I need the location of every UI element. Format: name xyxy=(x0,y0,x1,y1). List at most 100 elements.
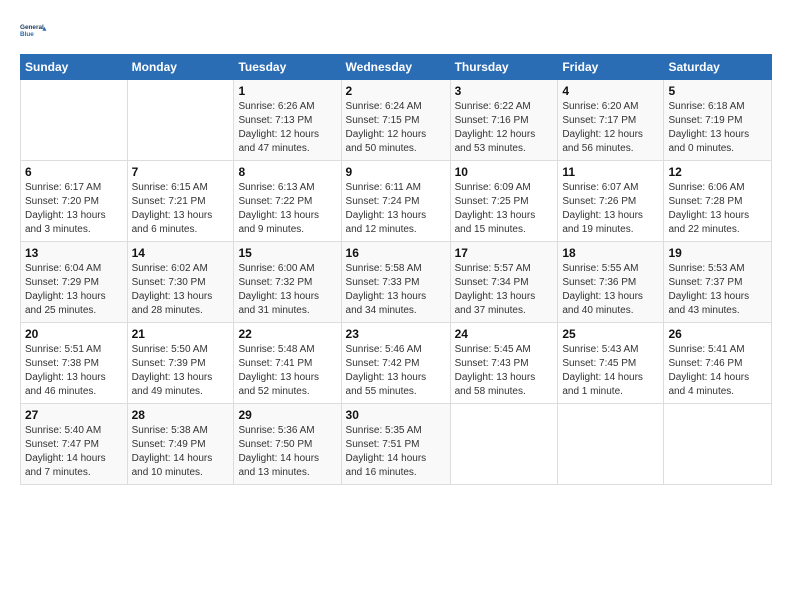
day-content: Sunrise: 5:36 AM Sunset: 7:50 PM Dayligh… xyxy=(238,424,336,480)
day-content: Sunrise: 6:15 AM Sunset: 7:21 PM Dayligh… xyxy=(132,181,230,237)
day-content: Sunrise: 5:38 AM Sunset: 7:49 PM Dayligh… xyxy=(132,424,230,480)
day-content: Sunrise: 5:51 AM Sunset: 7:38 PM Dayligh… xyxy=(25,343,123,399)
day-content: Sunrise: 6:26 AM Sunset: 7:13 PM Dayligh… xyxy=(238,100,336,156)
calendar-cell: 6Sunrise: 6:17 AM Sunset: 7:20 PM Daylig… xyxy=(21,161,128,242)
svg-text:Blue: Blue xyxy=(20,31,34,38)
day-number: 7 xyxy=(132,165,230,179)
calendar-cell: 22 Sunrise: 5:48 AM Sunset: 7:41 PM Dayli… xyxy=(234,323,341,404)
day-number: 25 xyxy=(562,327,659,341)
day-number: 2 xyxy=(346,84,446,98)
day-content: Sunrise: 5:48 AM Sunset: 7:41 PM Dayligh… xyxy=(238,343,336,399)
calendar-week-row: 6Sunrise: 6:17 AM Sunset: 7:20 PM Daylig… xyxy=(21,161,772,242)
page: GeneralBlue SundayMondayTuesdayWednesday… xyxy=(0,0,792,612)
calendar-cell: 17 Sunrise: 5:57 AM Sunset: 7:34 PM Dayli… xyxy=(450,242,558,323)
calendar-cell: 29 Sunrise: 5:36 AM Sunset: 7:50 PM Dayli… xyxy=(234,404,341,485)
weekday-header-row: SundayMondayTuesdayWednesdayThursdayFrid… xyxy=(21,55,772,80)
header: GeneralBlue xyxy=(20,16,772,44)
day-number: 30 xyxy=(346,408,446,422)
calendar-week-row: 20 Sunrise: 5:51 AM Sunset: 7:38 PM Dayli… xyxy=(21,323,772,404)
day-content: Sunrise: 6:20 AM Sunset: 7:17 PM Dayligh… xyxy=(562,100,659,156)
day-content: Sunrise: 6:11 AM Sunset: 7:24 PM Dayligh… xyxy=(346,181,446,237)
calendar-cell: 1Sunrise: 6:26 AM Sunset: 7:13 PM Daylig… xyxy=(234,80,341,161)
day-number: 17 xyxy=(455,246,554,260)
day-number: 22 xyxy=(238,327,336,341)
day-content: Sunrise: 6:22 AM Sunset: 7:16 PM Dayligh… xyxy=(455,100,554,156)
calendar-cell: 12 Sunrise: 6:06 AM Sunset: 7:28 PM Dayli… xyxy=(664,161,772,242)
day-content: Sunrise: 5:43 AM Sunset: 7:45 PM Dayligh… xyxy=(562,343,659,399)
day-number: 12 xyxy=(668,165,767,179)
day-number: 8 xyxy=(238,165,336,179)
calendar-cell: 28Sunrise: 5:38 AM Sunset: 7:49 PM Dayli… xyxy=(127,404,234,485)
day-content: Sunrise: 5:35 AM Sunset: 7:51 PM Dayligh… xyxy=(346,424,446,480)
day-content: Sunrise: 5:53 AM Sunset: 7:37 PM Dayligh… xyxy=(668,262,767,318)
day-content: Sunrise: 6:06 AM Sunset: 7:28 PM Dayligh… xyxy=(668,181,767,237)
day-content: Sunrise: 5:41 AM Sunset: 7:46 PM Dayligh… xyxy=(668,343,767,399)
day-number: 14 xyxy=(132,246,230,260)
day-number: 5 xyxy=(668,84,767,98)
calendar-cell xyxy=(664,404,772,485)
day-content: Sunrise: 6:24 AM Sunset: 7:15 PM Dayligh… xyxy=(346,100,446,156)
calendar-cell: 8 Sunrise: 6:13 AM Sunset: 7:22 PM Daylig… xyxy=(234,161,341,242)
calendar-cell: 16 Sunrise: 5:58 AM Sunset: 7:33 PM Dayli… xyxy=(341,242,450,323)
day-content: Sunrise: 5:57 AM Sunset: 7:34 PM Dayligh… xyxy=(455,262,554,318)
day-content: Sunrise: 5:46 AM Sunset: 7:42 PM Dayligh… xyxy=(346,343,446,399)
weekday-header-sunday: Sunday xyxy=(21,55,128,80)
calendar-cell: 15 Sunrise: 6:00 AM Sunset: 7:32 PM Dayli… xyxy=(234,242,341,323)
weekday-header-tuesday: Tuesday xyxy=(234,55,341,80)
day-number: 21 xyxy=(132,327,230,341)
logo: GeneralBlue xyxy=(20,16,48,44)
day-number: 19 xyxy=(668,246,767,260)
day-number: 4 xyxy=(562,84,659,98)
calendar-cell: 14 Sunrise: 6:02 AM Sunset: 7:30 PM Dayli… xyxy=(127,242,234,323)
day-number: 23 xyxy=(346,327,446,341)
weekday-header-monday: Monday xyxy=(127,55,234,80)
calendar-table: SundayMondayTuesdayWednesdayThursdayFrid… xyxy=(20,54,772,485)
day-number: 3 xyxy=(455,84,554,98)
calendar-cell xyxy=(21,80,128,161)
day-content: Sunrise: 5:58 AM Sunset: 7:33 PM Dayligh… xyxy=(346,262,446,318)
weekday-header-saturday: Saturday xyxy=(664,55,772,80)
day-number: 13 xyxy=(25,246,123,260)
day-number: 18 xyxy=(562,246,659,260)
day-content: Sunrise: 6:02 AM Sunset: 7:30 PM Dayligh… xyxy=(132,262,230,318)
calendar-cell: 10Sunrise: 6:09 AM Sunset: 7:25 PM Dayli… xyxy=(450,161,558,242)
day-number: 26 xyxy=(668,327,767,341)
day-content: Sunrise: 6:04 AM Sunset: 7:29 PM Dayligh… xyxy=(25,262,123,318)
day-content: Sunrise: 5:50 AM Sunset: 7:39 PM Dayligh… xyxy=(132,343,230,399)
calendar-cell: 13 Sunrise: 6:04 AM Sunset: 7:29 PM Dayli… xyxy=(21,242,128,323)
day-content: Sunrise: 5:55 AM Sunset: 7:36 PM Dayligh… xyxy=(562,262,659,318)
calendar-cell: 26 Sunrise: 5:41 AM Sunset: 7:46 PM Dayli… xyxy=(664,323,772,404)
calendar-cell: 25 Sunrise: 5:43 AM Sunset: 7:45 PM Dayli… xyxy=(558,323,664,404)
calendar-cell: 30 Sunrise: 5:35 AM Sunset: 7:51 PM Dayli… xyxy=(341,404,450,485)
day-number: 15 xyxy=(238,246,336,260)
calendar-cell: 27Sunrise: 5:40 AM Sunset: 7:47 PM Dayli… xyxy=(21,404,128,485)
day-number: 16 xyxy=(346,246,446,260)
calendar-cell: 11 Sunrise: 6:07 AM Sunset: 7:26 PM Dayli… xyxy=(558,161,664,242)
calendar-cell xyxy=(127,80,234,161)
day-number: 29 xyxy=(238,408,336,422)
day-content: Sunrise: 6:07 AM Sunset: 7:26 PM Dayligh… xyxy=(562,181,659,237)
calendar-cell: 7 Sunrise: 6:15 AM Sunset: 7:21 PM Daylig… xyxy=(127,161,234,242)
calendar-cell: 24Sunrise: 5:45 AM Sunset: 7:43 PM Dayli… xyxy=(450,323,558,404)
calendar-cell: 3 Sunrise: 6:22 AM Sunset: 7:16 PM Daylig… xyxy=(450,80,558,161)
day-content: Sunrise: 6:00 AM Sunset: 7:32 PM Dayligh… xyxy=(238,262,336,318)
calendar-cell: 5 Sunrise: 6:18 AM Sunset: 7:19 PM Daylig… xyxy=(664,80,772,161)
day-content: Sunrise: 5:45 AM Sunset: 7:43 PM Dayligh… xyxy=(455,343,554,399)
weekday-header-wednesday: Wednesday xyxy=(341,55,450,80)
calendar-week-row: 1Sunrise: 6:26 AM Sunset: 7:13 PM Daylig… xyxy=(21,80,772,161)
day-content: Sunrise: 6:18 AM Sunset: 7:19 PM Dayligh… xyxy=(668,100,767,156)
day-number: 20 xyxy=(25,327,123,341)
calendar-cell: 4 Sunrise: 6:20 AM Sunset: 7:17 PM Daylig… xyxy=(558,80,664,161)
calendar-week-row: 13 Sunrise: 6:04 AM Sunset: 7:29 PM Dayli… xyxy=(21,242,772,323)
calendar-week-row: 27Sunrise: 5:40 AM Sunset: 7:47 PM Dayli… xyxy=(21,404,772,485)
calendar-cell: 2 Sunrise: 6:24 AM Sunset: 7:15 PM Daylig… xyxy=(341,80,450,161)
day-content: Sunrise: 5:40 AM Sunset: 7:47 PM Dayligh… xyxy=(25,424,123,480)
calendar-cell: 21 Sunrise: 5:50 AM Sunset: 7:39 PM Dayli… xyxy=(127,323,234,404)
day-number: 10 xyxy=(455,165,554,179)
weekday-header-thursday: Thursday xyxy=(450,55,558,80)
calendar-cell: 20 Sunrise: 5:51 AM Sunset: 7:38 PM Dayli… xyxy=(21,323,128,404)
day-content: Sunrise: 6:13 AM Sunset: 7:22 PM Dayligh… xyxy=(238,181,336,237)
day-number: 11 xyxy=(562,165,659,179)
calendar-cell: 19 Sunrise: 5:53 AM Sunset: 7:37 PM Dayli… xyxy=(664,242,772,323)
day-number: 9 xyxy=(346,165,446,179)
